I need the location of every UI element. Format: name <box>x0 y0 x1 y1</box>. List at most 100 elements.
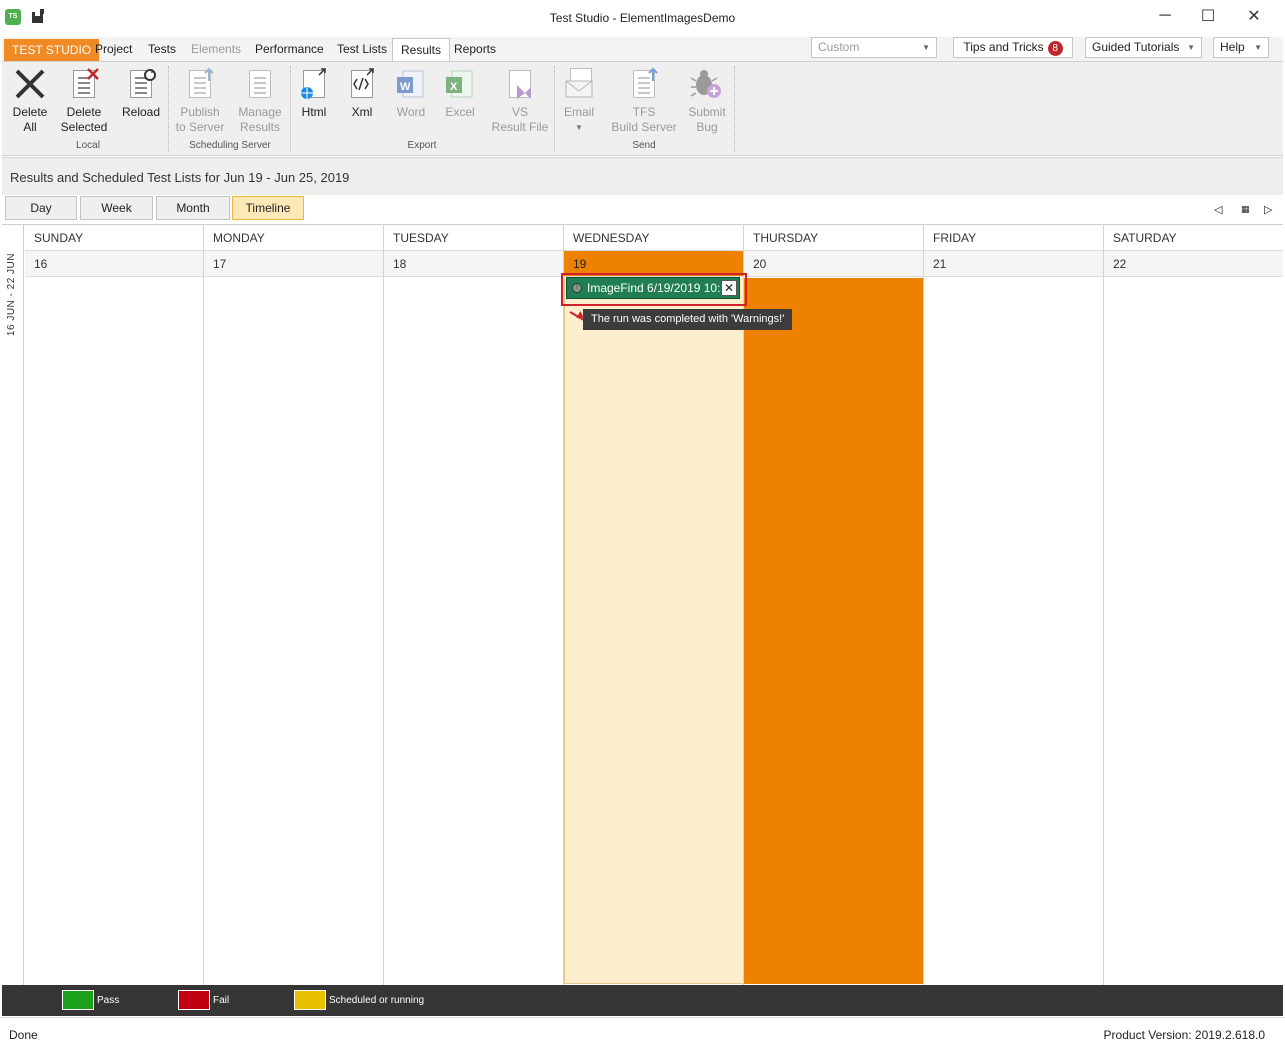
help-dropdown[interactable]: Help ▼ <box>1213 37 1269 58</box>
day-name: SUNDAY <box>25 225 203 251</box>
group-send-label: Send <box>632 140 656 151</box>
chevron-down-icon: ▼ <box>1187 43 1195 52</box>
html-label: Html <box>301 105 327 119</box>
excel-icon: X <box>443 67 477 101</box>
day-number: 22 <box>1104 251 1283 277</box>
publish-icon <box>183 67 217 101</box>
day-column-friday[interactable]: FRIDAY 21 <box>924 225 1104 986</box>
previous-icon[interactable]: ◁ <box>1214 203 1222 216</box>
ribbon-separator <box>734 66 735 152</box>
ribbon-separator <box>168 66 169 152</box>
tab-elements[interactable]: Elements <box>183 38 249 61</box>
day-column-thursday[interactable]: THURSDAY 20 <box>744 225 924 986</box>
submit-bug-button[interactable]: Submit Bug <box>686 67 728 135</box>
delete-document-icon <box>67 67 101 101</box>
manage-results-button[interactable]: Manage Results <box>234 67 286 135</box>
export-excel-button[interactable]: X Excel <box>442 67 478 120</box>
delete-all-button[interactable]: Delete All <box>6 67 54 135</box>
day-column-wednesday[interactable]: WEDNESDAY 19 <box>564 225 744 986</box>
delete-selected-label-1: Delete <box>66 105 102 119</box>
publish-label-1: Publish <box>180 105 220 119</box>
publish-to-server-button[interactable]: Publish to Server <box>172 67 228 135</box>
vs-label-1: VS <box>511 105 528 119</box>
delete-all-label-2: All <box>23 120 37 134</box>
excel-label: Excel <box>445 105 475 119</box>
view-month-button[interactable]: Month <box>156 196 230 220</box>
tab-test-lists[interactable]: Test Lists <box>329 38 395 61</box>
tab-project[interactable]: Project <box>87 38 140 61</box>
vs-label-2: Result File <box>491 120 549 134</box>
svg-text:X: X <box>450 81 458 93</box>
appointment-close-icon[interactable]: ✕ <box>721 280 737 296</box>
day-column-saturday[interactable]: SATURDAY 22 <box>1104 225 1283 986</box>
group-local-label: Local <box>76 140 100 151</box>
tab-results[interactable]: Results <box>392 38 451 61</box>
html-icon <box>297 67 331 101</box>
view-timeline-button[interactable]: Timeline <box>232 196 304 220</box>
tfs-icon <box>627 67 661 101</box>
status-legend: Pass Fail Scheduled or running <box>2 985 1283 1016</box>
tab-performance[interactable]: Performance <box>247 38 332 61</box>
reload-button[interactable]: Reload <box>120 67 162 120</box>
day-column-monday[interactable]: MONDAY 17 <box>204 225 384 986</box>
legend-label-pass: Pass <box>97 995 120 1006</box>
chevron-down-icon: ▼ <box>575 123 583 132</box>
delete-selected-button[interactable]: Delete Selected <box>59 67 109 135</box>
day-name: WEDNESDAY <box>564 225 743 251</box>
chevron-down-icon: ▼ <box>1254 43 1262 52</box>
export-html-button[interactable]: Html <box>294 67 334 120</box>
xml-icon <box>345 67 379 101</box>
tips-count-badge: 8 <box>1047 41 1063 56</box>
theme-combo[interactable]: Custom ▼ <box>811 37 937 58</box>
day-column-tuesday[interactable]: TUESDAY 18 <box>384 225 564 986</box>
tab-test-studio[interactable]: TEST STUDIO <box>4 39 100 61</box>
day-name: THURSDAY <box>744 225 923 251</box>
delete-selected-label-2: Selected <box>60 120 108 134</box>
ribbon-separator <box>290 66 291 152</box>
maximize-button[interactable]: ☐ <box>1185 0 1231 32</box>
export-xml-button[interactable]: Xml <box>344 67 380 120</box>
bug-icon <box>690 67 724 101</box>
group-export-label: Export <box>407 140 437 151</box>
tab-tests[interactable]: Tests <box>140 38 184 61</box>
submit-bug-label-2: Bug <box>696 120 718 134</box>
next-icon[interactable]: ▷ <box>1264 203 1272 216</box>
today-highlight <box>564 278 743 984</box>
legend-swatch-scheduled <box>294 990 326 1010</box>
email-dropdown-button[interactable]: Email ▼ <box>560 67 598 135</box>
day-name: SATURDAY <box>1104 225 1283 251</box>
status-bar: Done Product Version: 2019.2.618.0 <box>0 1017 1285 1051</box>
delete-x-icon <box>13 67 47 101</box>
day-number: 21 <box>924 251 1103 277</box>
minimize-button[interactable]: ─ <box>1142 0 1188 32</box>
theme-combo-value: Custom <box>818 40 860 54</box>
warning-status-icon: ! <box>572 283 582 293</box>
tfs-label-1: TFS <box>632 105 656 119</box>
tab-reports[interactable]: Reports <box>446 38 504 61</box>
close-window-button[interactable]: ✕ <box>1231 0 1277 32</box>
day-column-sunday[interactable]: SUNDAY 16 <box>25 225 204 986</box>
tips-button[interactable]: Tips and Tricks 8 <box>953 37 1073 58</box>
reload-label: Reload <box>121 105 161 119</box>
test-run-appointment[interactable]: ! ImageFind 6/19/2019 10:5 ✕ <box>566 277 740 299</box>
xml-label: Xml <box>351 105 373 119</box>
results-header: Results and Scheduled Test Lists for Jun… <box>2 157 1283 195</box>
day-name: TUESDAY <box>384 225 563 251</box>
legend-label-scheduled: Scheduled or running <box>329 995 425 1006</box>
view-week-button[interactable]: Week <box>80 196 153 220</box>
word-icon: W <box>394 67 428 101</box>
week-range-text: 16 JUN - 22 JUN <box>6 253 17 337</box>
view-switcher: Day Week Month Timeline ◁ ▦ ▷ <box>2 195 1283 224</box>
export-word-button[interactable]: W Word <box>392 67 430 120</box>
legend-label-fail: Fail <box>213 995 230 1006</box>
export-vs-result-button[interactable]: VS Result File <box>490 67 550 135</box>
delete-all-label-1: Delete <box>12 105 48 119</box>
tfs-build-server-button[interactable]: TFS Build Server <box>608 67 680 135</box>
guided-tutorials-dropdown[interactable]: Guided Tutorials ▼ <box>1085 37 1202 58</box>
ribbon-separator <box>554 66 555 152</box>
today-icon[interactable]: ▦ <box>1241 204 1250 215</box>
tfs-label-2: Build Server <box>611 120 677 134</box>
view-day-button[interactable]: Day <box>5 196 77 220</box>
warning-tooltip: The run was completed with 'Warnings!' <box>583 309 793 330</box>
calendar-timeline: 16 JUN - 22 JUN SUNDAY 16 MONDAY 17 TUES… <box>2 224 1283 986</box>
